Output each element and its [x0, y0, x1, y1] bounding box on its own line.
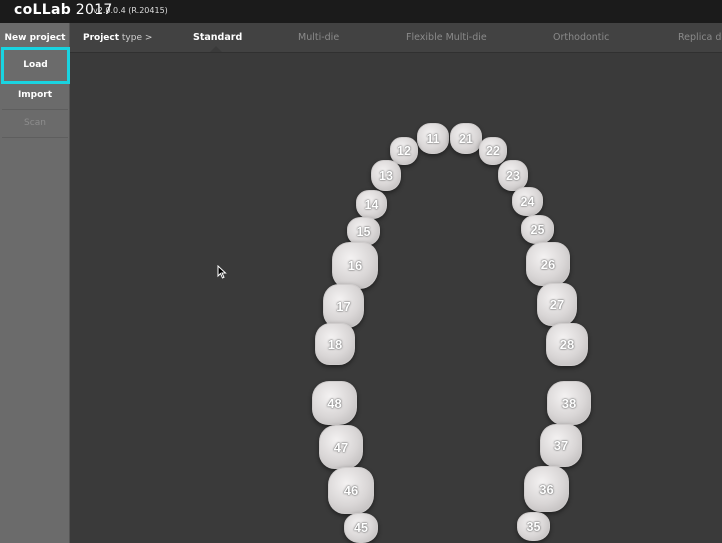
tab-flexible-multi-die[interactable]: Flexible Multi-die: [406, 23, 487, 52]
project-type-label-bold: Project: [83, 33, 120, 43]
tooth-36[interactable]: 36: [524, 466, 569, 512]
selected-tab-pointer: [210, 46, 222, 52]
sidebar: New project Load Import Scan: [0, 23, 70, 543]
tooth-14[interactable]: 14: [356, 190, 387, 219]
tooth-22[interactable]: 22: [479, 137, 507, 165]
tooth-18[interactable]: 18: [315, 323, 355, 365]
dental-chart: 11 12 13 14 15 16 17 18 21 22 23 24 25 2…: [70, 53, 722, 543]
project-type-bar: Project type > Standard Multi-die Flexib…: [70, 23, 722, 53]
tooth-21[interactable]: 21: [450, 123, 482, 154]
tooth-28[interactable]: 28: [546, 323, 588, 366]
tooth-25[interactable]: 25: [521, 215, 554, 244]
title-bar: coLLab 2017 v2.0.0.4 (R.20415): [0, 0, 722, 23]
project-type-label: Project type >: [83, 23, 152, 52]
brand-name: coLLab: [14, 2, 72, 18]
tab-orthodontic[interactable]: Orthodontic: [553, 23, 609, 52]
tooth-13[interactable]: 13: [371, 160, 401, 191]
tooth-38[interactable]: 38: [547, 381, 591, 425]
tooth-35[interactable]: 35: [517, 512, 550, 541]
version-label: v2.0.0.4 (R.20415): [93, 6, 168, 15]
tab-replica-de[interactable]: Replica de: [678, 23, 722, 52]
scan-button[interactable]: Scan: [2, 110, 68, 138]
tooth-26[interactable]: 26: [526, 242, 570, 286]
tooth-45[interactable]: 45: [344, 513, 378, 543]
tooth-16[interactable]: 16: [332, 242, 378, 289]
tooth-17[interactable]: 17: [323, 284, 364, 328]
tab-multi-die[interactable]: Multi-die: [298, 23, 339, 52]
project-type-label-rest: type >: [119, 33, 153, 43]
tooth-27[interactable]: 27: [537, 283, 577, 326]
mouse-cursor-icon: [217, 265, 227, 279]
import-button[interactable]: Import: [2, 82, 68, 110]
tooth-37[interactable]: 37: [540, 424, 582, 467]
tooth-47[interactable]: 47: [319, 425, 363, 469]
tooth-11[interactable]: 11: [417, 123, 449, 154]
tooth-48[interactable]: 48: [312, 381, 357, 425]
load-button[interactable]: Load: [1, 47, 70, 84]
tooth-46[interactable]: 46: [328, 467, 374, 514]
tooth-24[interactable]: 24: [512, 187, 543, 216]
